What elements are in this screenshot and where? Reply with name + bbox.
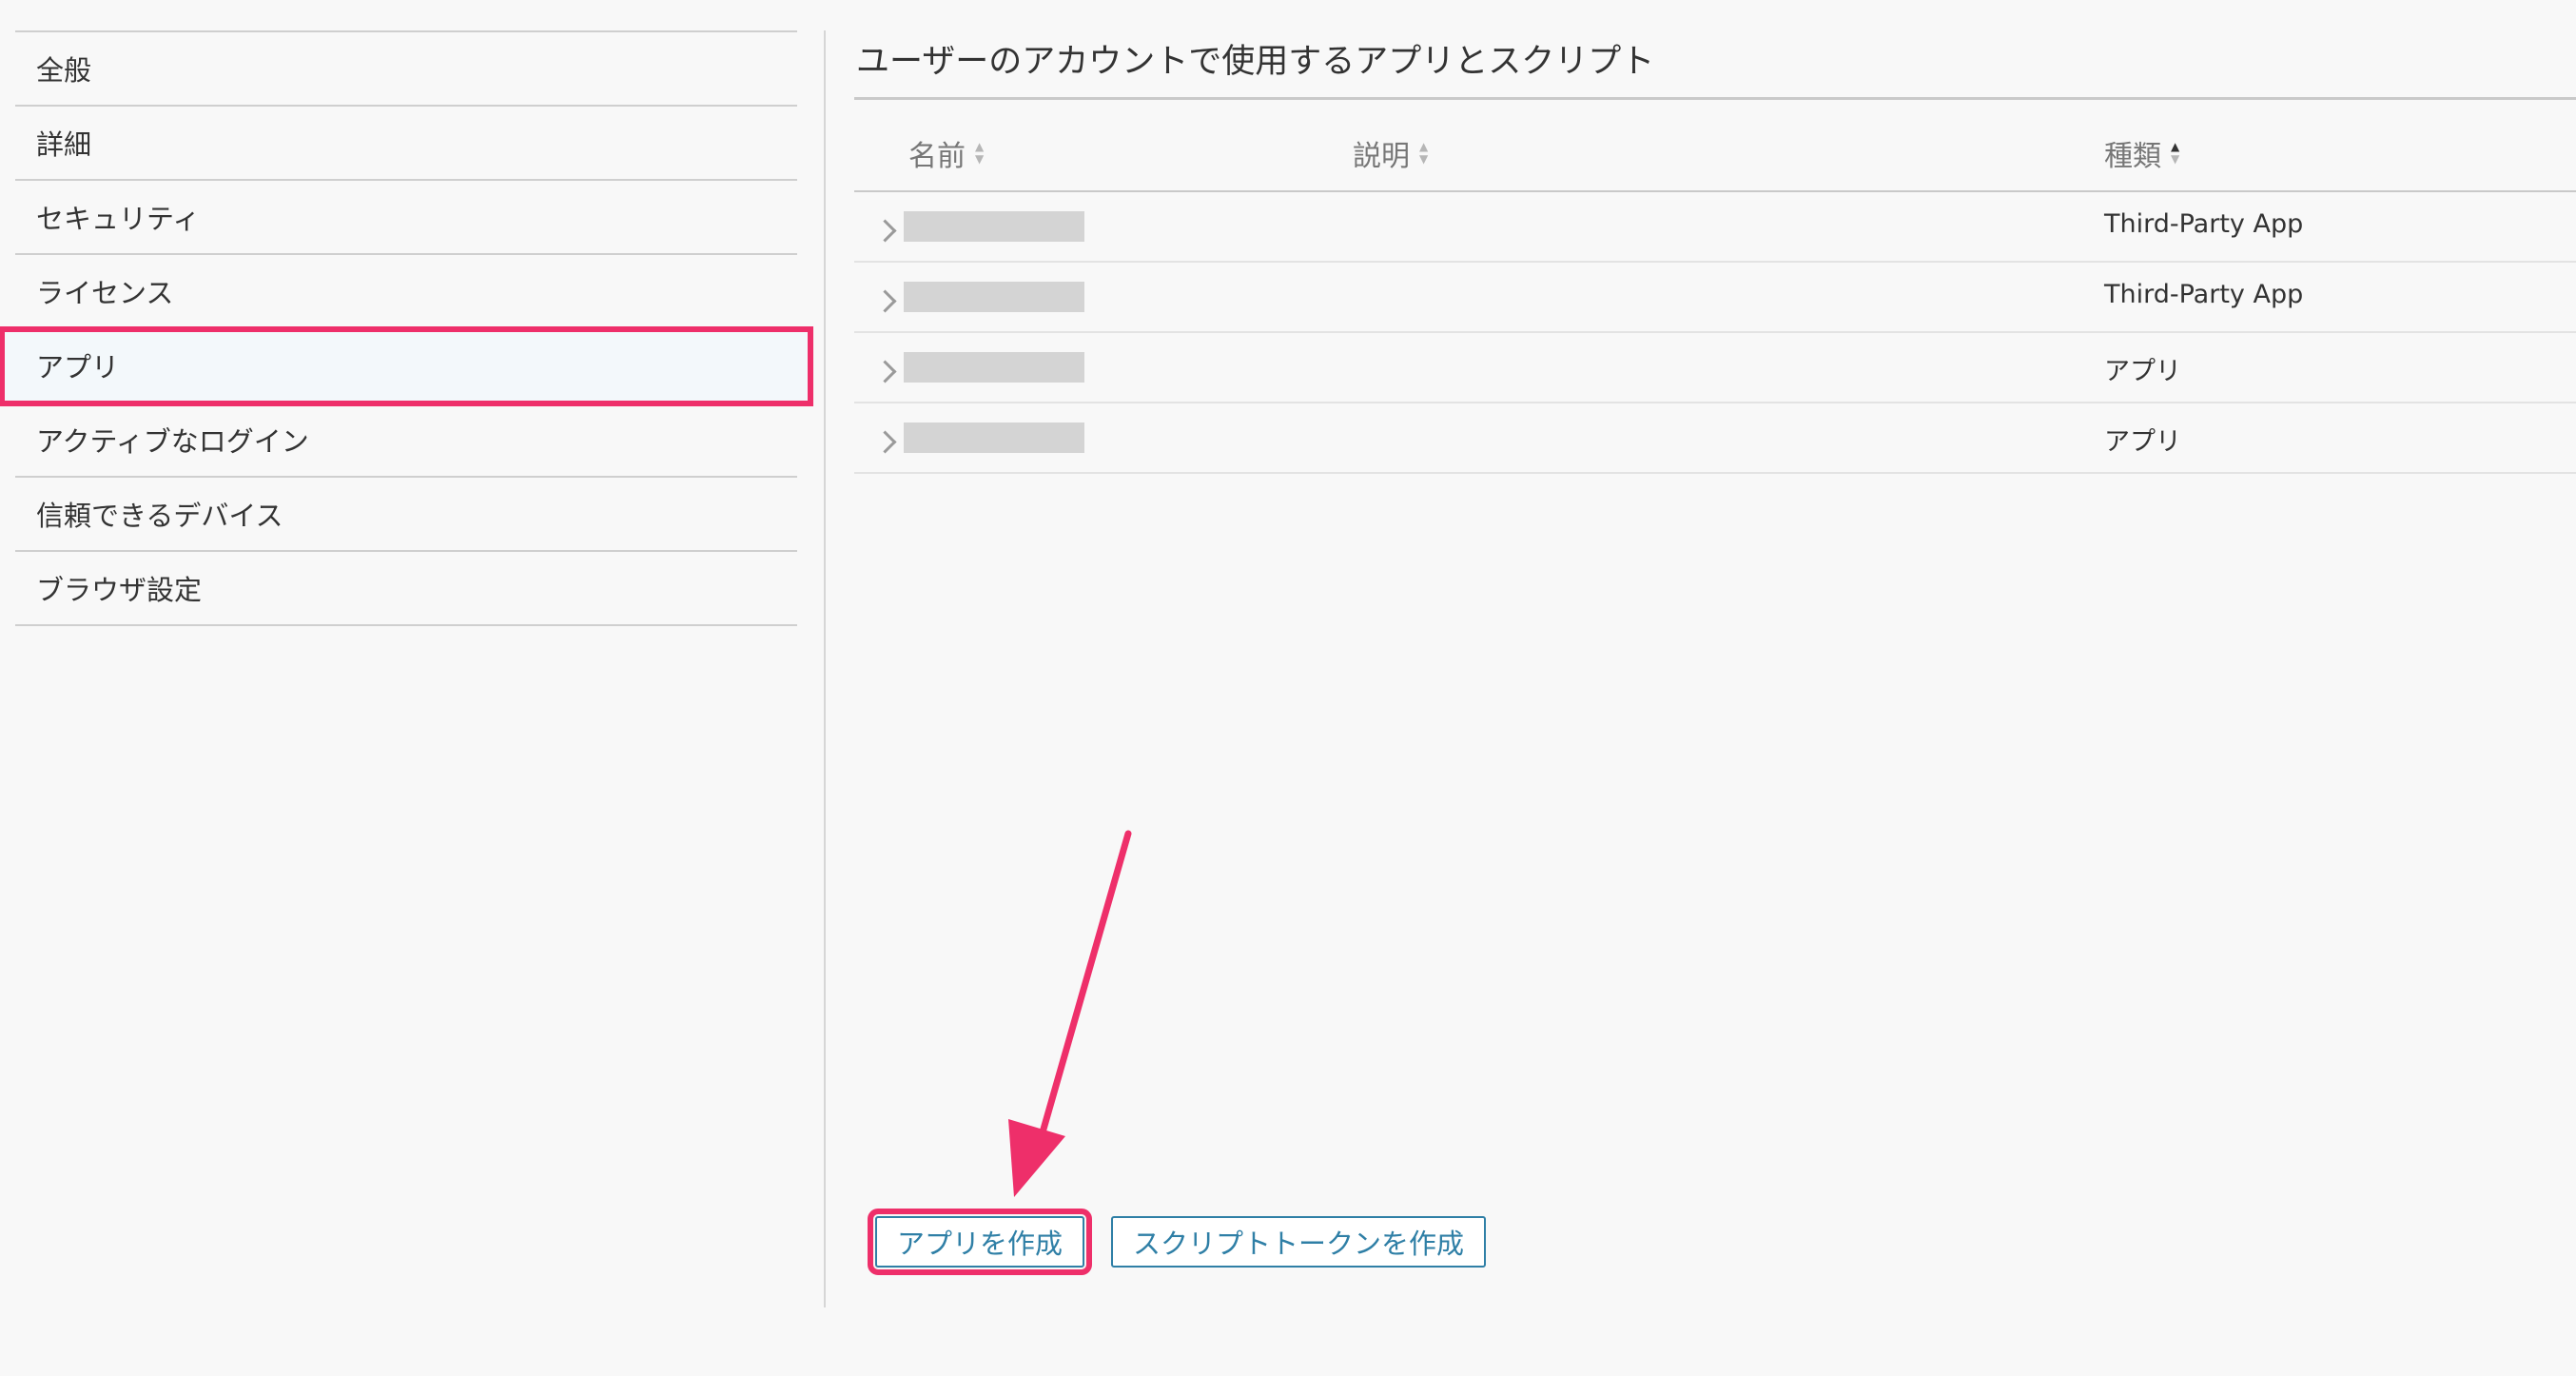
chevron-right-icon bbox=[873, 430, 897, 454]
column-header-description[interactable]: 説明 ▲ ▼ bbox=[1353, 132, 1428, 174]
chevron-right-icon bbox=[873, 360, 897, 383]
sidebar-item-browser-settings[interactable]: ブラウザ設定 bbox=[15, 552, 797, 626]
sidebar-item-details[interactable]: 詳細 bbox=[15, 107, 797, 181]
vertical-divider bbox=[824, 30, 826, 1307]
row-type: Third-Party App bbox=[2104, 209, 2304, 239]
sort-ascending-icon: ▲ ▼ bbox=[2171, 140, 2180, 166]
redacted-name bbox=[904, 211, 1084, 242]
column-header-description-label: 説明 bbox=[1353, 140, 1410, 173]
sidebar-item-security[interactable]: セキュリティ bbox=[15, 181, 797, 255]
row-type: アプリ bbox=[2104, 357, 2181, 386]
table-header: 名前 ▲ ▼ 説明 ▲ ▼ 種類 ▲ ▼ bbox=[854, 100, 2576, 192]
settings-sidebar: 全般 詳細 セキュリティ ライセンス アプリ アクティブなログイン 信頼できるデ… bbox=[0, 30, 813, 626]
expand-row-button[interactable] bbox=[862, 344, 900, 390]
sidebar-item-licenses[interactable]: ライセンス bbox=[15, 255, 797, 329]
row-type: Third-Party App bbox=[2104, 280, 2304, 309]
sidebar-item-general[interactable]: 全般 bbox=[15, 32, 797, 107]
page-title: ユーザーのアカウントで使用するアプリとスクリプト bbox=[856, 43, 1655, 81]
sidebar-item-active-logins[interactable]: アクティブなログイン bbox=[15, 403, 797, 478]
column-header-name-label: 名前 bbox=[908, 140, 966, 173]
expand-row-button[interactable] bbox=[862, 274, 900, 320]
table-row[interactable]: アプリ bbox=[854, 403, 2576, 474]
column-header-name[interactable]: 名前 ▲ ▼ bbox=[908, 132, 984, 174]
row-type: アプリ bbox=[2104, 427, 2181, 457]
sidebar-item-trusted-devices[interactable]: 信頼できるデバイス bbox=[15, 478, 797, 552]
column-header-type-label: 種類 bbox=[2104, 140, 2161, 173]
expand-row-button[interactable] bbox=[862, 415, 900, 461]
table-row[interactable]: Third-Party App bbox=[854, 263, 2576, 333]
create-script-token-button[interactable]: スクリプトトークンを作成 bbox=[1111, 1216, 1486, 1268]
expand-row-button[interactable] bbox=[862, 204, 900, 249]
table-row[interactable]: アプリ bbox=[854, 333, 2576, 403]
column-header-type[interactable]: 種類 ▲ ▼ bbox=[2104, 132, 2179, 174]
sort-icon: ▲ ▼ bbox=[975, 140, 985, 166]
redacted-name bbox=[904, 423, 1084, 453]
redacted-name bbox=[904, 282, 1084, 312]
redacted-name bbox=[904, 352, 1084, 383]
chevron-right-icon bbox=[873, 289, 897, 313]
chevron-right-icon bbox=[873, 219, 897, 243]
create-app-button[interactable]: アプリを作成 bbox=[868, 1209, 1092, 1275]
table-row[interactable]: Third-Party App bbox=[854, 192, 2576, 263]
sort-icon: ▲ ▼ bbox=[1419, 140, 1429, 166]
sidebar-item-apps[interactable]: アプリ bbox=[0, 326, 813, 406]
